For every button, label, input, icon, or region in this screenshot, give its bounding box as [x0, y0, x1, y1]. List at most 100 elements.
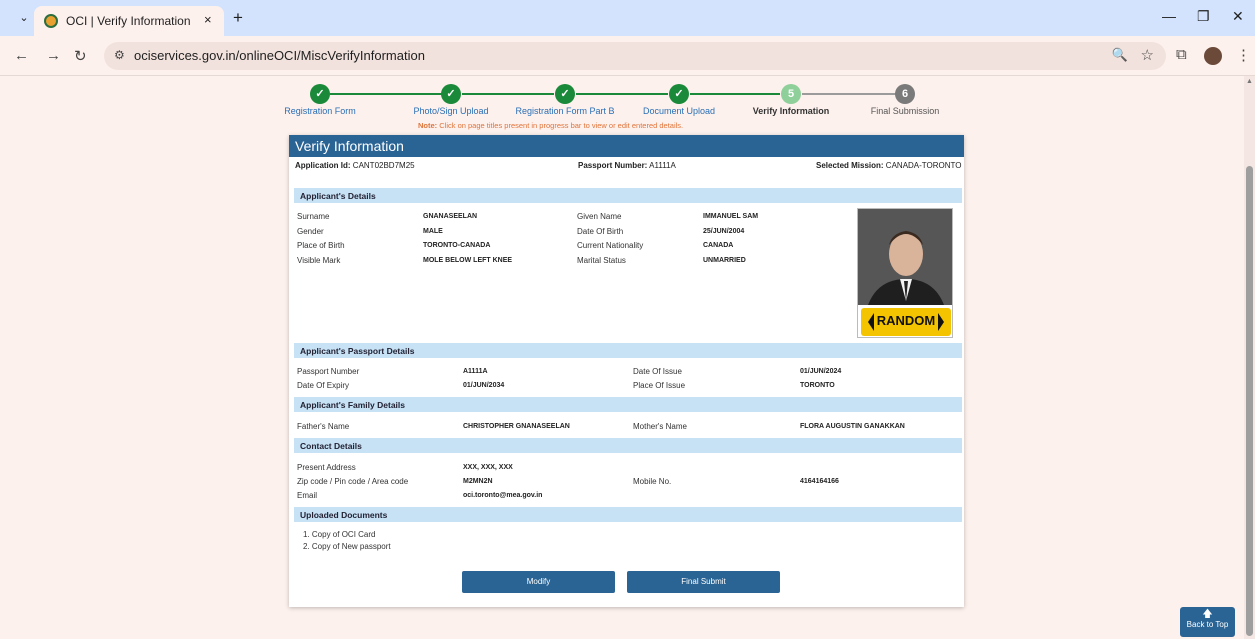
- mobile-value: 4164164166: [800, 478, 839, 485]
- given-name-value: IMMANUEL SAM: [703, 213, 759, 220]
- selected-mission: Selected Mission: CANADA-TORONTO: [816, 161, 962, 170]
- nationality-value: CANADA: [703, 242, 734, 249]
- passport-number-label: Passport Number:: [578, 161, 648, 170]
- address-bar: ← → ↻ ⚙ ociservices.gov.in/onlineOCI/Mis…: [0, 36, 1255, 76]
- step-label: Final Submission: [870, 106, 940, 116]
- date-of-expiry-label: Date Of Expiry: [297, 381, 350, 390]
- back-to-top-label: Back to Top: [1186, 620, 1229, 629]
- step-document-upload[interactable]: ✓ Document Upload: [619, 84, 739, 116]
- step-label[interactable]: Registration Form: [260, 106, 380, 116]
- father-name-label: Father's Name: [297, 422, 350, 431]
- section-uploaded-documents: Uploaded Documents: [294, 507, 962, 522]
- applicant-photo: RANDOM: [857, 208, 953, 338]
- mobile-label: Mobile No.: [633, 477, 672, 486]
- step-number: 5: [781, 84, 801, 104]
- tab-search-chevron-icon[interactable]: ⌄: [14, 8, 34, 28]
- passport-number-field-label: Passport Number: [297, 367, 360, 376]
- step-final-submission: 6 Final Submission: [845, 84, 965, 116]
- passport-number-value: A1111A: [647, 161, 676, 170]
- check-icon: ✓: [669, 84, 689, 104]
- visible-mark-value: MOLE BELOW LEFT KNEE: [423, 257, 513, 264]
- extensions-icon[interactable]: ⧉: [1176, 46, 1187, 63]
- date-of-expiry-value: 01/JUN/2034: [463, 382, 505, 389]
- step-number: 6: [895, 84, 915, 104]
- section-passport-details: Applicant's Passport Details: [294, 343, 962, 358]
- present-address-value: XXX, XXX, XXX: [463, 464, 513, 471]
- mother-name-value: FLORA AUGUSTIN GANAKKAN: [800, 423, 905, 430]
- step-photo-sign-upload[interactable]: ✓ Photo/Sign Upload: [391, 84, 511, 116]
- tab-title: OCI | Verify Information: [66, 14, 191, 28]
- gender-label: Gender: [297, 227, 324, 236]
- note-text: Click on page titles present in progress…: [437, 121, 684, 130]
- place-of-issue-label: Place Of Issue: [633, 381, 686, 390]
- page-title: Verify Information: [289, 135, 964, 157]
- passport-number-field-value: A1111A: [463, 368, 488, 375]
- step-label[interactable]: Photo/Sign Upload: [391, 106, 511, 116]
- application-id-label: Application Id:: [295, 161, 351, 170]
- url-field[interactable]: ⚙ ociservices.gov.in/onlineOCI/MiscVerif…: [104, 42, 1166, 70]
- menu-kebab-icon[interactable]: ⋮: [1236, 46, 1251, 64]
- scroll-thumb[interactable]: [1246, 166, 1253, 636]
- application-id: Application Id: CANT02BD7M25: [295, 161, 415, 170]
- given-name-label: Given Name: [577, 212, 622, 221]
- arrow-up-icon: 🡅: [1202, 609, 1213, 620]
- progress-note: Note: Click on page titles present in pr…: [418, 121, 683, 130]
- tab-bar: ⌄ OCI | Verify Information × + — ❐ ✕: [0, 0, 1255, 36]
- modify-button[interactable]: Modify: [462, 571, 615, 593]
- back-arrow-icon[interactable]: ←: [14, 47, 29, 64]
- back-to-top-button[interactable]: 🡅 Back to Top: [1180, 607, 1235, 637]
- step-verify-information: 5 Verify Information: [731, 84, 851, 116]
- reload-icon[interactable]: ↻: [74, 47, 87, 65]
- bookmark-star-icon[interactable]: ☆: [1141, 46, 1154, 64]
- mother-name-label: Mother's Name: [633, 422, 687, 431]
- email-value: oci.toronto@mea.gov.in: [463, 492, 543, 499]
- step-registration-form[interactable]: ✓ Registration Form: [260, 84, 380, 116]
- page-scrollbar[interactable]: ▲: [1244, 76, 1255, 639]
- profile-avatar[interactable]: [1204, 47, 1222, 65]
- final-submit-button[interactable]: Final Submit: [627, 571, 780, 593]
- place-of-birth-value: TORONTO-CANADA: [423, 242, 491, 249]
- step-label[interactable]: Document Upload: [619, 106, 739, 116]
- date-of-issue-value: 01/JUN/2024: [800, 368, 842, 375]
- new-tab-icon[interactable]: +: [233, 8, 243, 28]
- window-close-icon[interactable]: ✕: [1232, 8, 1244, 25]
- selected-mission-label: Selected Mission:: [816, 161, 884, 170]
- place-of-issue-value: TORONTO: [800, 382, 835, 389]
- tab-close-icon[interactable]: ×: [204, 12, 212, 27]
- date-of-issue-label: Date Of Issue: [633, 367, 682, 376]
- site-info-icon[interactable]: ⚙: [114, 48, 125, 62]
- forward-arrow-icon[interactable]: →: [46, 47, 61, 64]
- photo-sign-text: RANDOM: [876, 313, 936, 328]
- visible-mark-label: Visible Mark: [297, 256, 341, 265]
- step-registration-form-part-b[interactable]: ✓ Registration Form Part B: [505, 84, 625, 116]
- check-icon: ✓: [555, 84, 575, 104]
- dob-label: Date Of Birth: [577, 227, 624, 236]
- place-of-birth-label: Place of Birth: [297, 241, 345, 250]
- check-icon: ✓: [310, 84, 330, 104]
- gender-value: MALE: [423, 228, 443, 235]
- url-text[interactable]: ociservices.gov.in/onlineOCI/MiscVerifyI…: [134, 48, 425, 63]
- restore-icon[interactable]: ❐: [1197, 8, 1210, 25]
- surname-label: Surname: [297, 212, 330, 221]
- uploaded-doc-item: 2. Copy of New passport: [303, 542, 391, 551]
- verify-information-card: Verify Information Application Id: CANT0…: [289, 135, 964, 607]
- zip-code-label: Zip code / Pin code / Area code: [297, 477, 409, 486]
- minimize-icon[interactable]: —: [1162, 8, 1176, 24]
- scroll-up-icon[interactable]: ▲: [1246, 78, 1253, 85]
- zoom-icon[interactable]: 🔍: [1112, 47, 1128, 63]
- nationality-label: Current Nationality: [577, 241, 644, 250]
- step-label[interactable]: Registration Form Part B: [505, 106, 625, 116]
- tab-oci-verify[interactable]: OCI | Verify Information ×: [34, 6, 224, 36]
- selected-mission-value: CANADA-TORONTO: [883, 161, 962, 170]
- note-label: Note:: [418, 121, 438, 130]
- application-id-value: CANT02BD7M25: [350, 161, 415, 170]
- step-label: Verify Information: [752, 106, 830, 116]
- passport-number: Passport Number: A1111A: [578, 161, 676, 170]
- section-contact-details: Contact Details: [294, 438, 962, 453]
- dob-value: 25/JUN/2004: [703, 228, 745, 235]
- zip-code-value: M2MN2N: [463, 478, 493, 485]
- surname-value: GNANASEELAN: [423, 213, 478, 220]
- marital-status-value: UNMARRIED: [703, 257, 746, 264]
- check-icon: ✓: [441, 84, 461, 104]
- section-family-details: Applicant's Family Details: [294, 397, 962, 412]
